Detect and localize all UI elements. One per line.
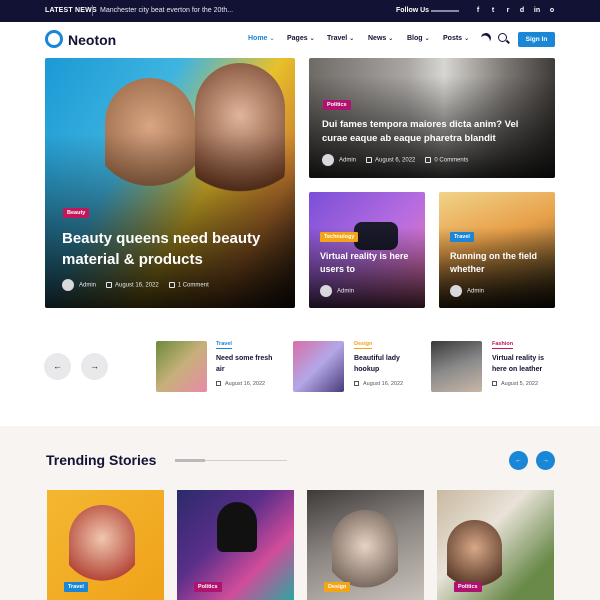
slider-title[interactable]: Beautiful lady hookup [354, 353, 416, 375]
chevron-down-icon: ⌄ [269, 36, 275, 42]
category-badge[interactable]: Politics [194, 582, 222, 592]
hero-small-card-running[interactable]: Travel Running on the field whether Admi… [439, 192, 555, 308]
calendar-icon [366, 157, 373, 163]
instagram-icon[interactable]: o [546, 5, 558, 17]
top-bar: LATEST NEWS Manchester city beat everton… [0, 0, 600, 22]
category-badge[interactable]: Travel [450, 232, 474, 242]
main-navigation: Neoton Home ⌄ Pages ⌄ Travel ⌄ News ⌄ Blog ⌄ … [0, 22, 600, 58]
divider [92, 5, 93, 16]
author-name[interactable]: Admin [339, 158, 356, 164]
trending-card[interactable]: Design [307, 490, 424, 600]
slider-next-button[interactable]: → [81, 353, 108, 380]
facebook-icon[interactable]: f [472, 5, 484, 17]
slider-category[interactable]: Travel [216, 341, 232, 349]
category-badge[interactable]: Politics [454, 582, 482, 592]
hero-main-title[interactable]: Beauty queens need beauty material & pro… [62, 228, 282, 270]
menu-item-pages[interactable]: Pages ⌄ [287, 35, 315, 42]
chevron-down-icon: ⌄ [388, 36, 394, 42]
category-badge[interactable]: Design [324, 582, 351, 592]
post-meta: Admin August 16, 2022 1 Comment [62, 279, 209, 291]
trending-image [217, 502, 257, 552]
menu-item-travel[interactable]: Travel ⌄ [327, 35, 354, 42]
avatar [322, 154, 334, 166]
post-date: August 6, 2022 [375, 157, 416, 164]
follow-us-label: Follow Us [396, 7, 430, 14]
avatar [450, 285, 462, 297]
trending-next-button[interactable]: → [536, 451, 555, 470]
post-meta: Admin August 6, 2022 0 Comments [322, 154, 468, 166]
dark-mode-icon[interactable] [480, 32, 493, 45]
category-badge[interactable]: Beauty [63, 208, 90, 218]
section-title: Trending Stories [46, 452, 157, 468]
trending-prev-button[interactable]: ← [509, 451, 528, 470]
latest-news-label: LATEST NEWS [45, 7, 97, 14]
category-badge[interactable]: Politics [323, 100, 351, 110]
avatar [62, 279, 74, 291]
calendar-icon [216, 381, 221, 387]
rss-icon[interactable]: r [502, 5, 514, 17]
calendar-icon [106, 282, 113, 288]
chevron-down-icon: ⌄ [309, 36, 315, 42]
dribbble-icon[interactable]: d [516, 5, 528, 17]
author-name[interactable]: Admin [79, 283, 96, 289]
comment-icon [168, 282, 175, 288]
hero-small-card-vr[interactable]: Technology Virtual reality is here users… [309, 192, 425, 308]
hero-small-title[interactable]: Virtual reality is here users to [320, 250, 416, 276]
post-meta: Admin [450, 285, 484, 297]
chevron-down-icon: ⌄ [464, 36, 470, 42]
slider-date: August 5, 2022 [492, 381, 538, 387]
calendar-icon [354, 381, 359, 387]
slider-title[interactable]: Need some fresh air [216, 353, 278, 375]
post-meta: Admin [320, 285, 354, 297]
site-logo[interactable]: Neoton [68, 32, 116, 48]
hero-top-right-title[interactable]: Dui fames tempora maiores dicta anim? Ve… [322, 118, 542, 146]
slider-category[interactable]: Fashion [492, 341, 514, 349]
slider-thumb[interactable] [431, 341, 482, 392]
trending-card[interactable]: Politics [177, 490, 294, 600]
section-divider [175, 459, 287, 462]
category-badge[interactable]: Technology [320, 232, 359, 242]
hero-top-right-card[interactable]: Politics Dui fames tempora maiores dicta… [309, 58, 555, 178]
hero-small-title[interactable]: Running on the field whether [450, 250, 550, 276]
news-ticker[interactable]: Manchester city beat everton for the 20t… [100, 7, 233, 14]
menu-item-home[interactable]: Home ⌄ [248, 35, 274, 42]
trending-card[interactable]: Travel [47, 490, 164, 600]
author-name[interactable]: Admin [467, 289, 484, 295]
comment-icon [425, 157, 432, 163]
category-badge[interactable]: Travel [64, 582, 88, 592]
slider-prev-button[interactable]: ← [44, 353, 71, 380]
sign-in-button[interactable]: Sign In [518, 32, 555, 47]
slider-date: August 16, 2022 [354, 381, 403, 387]
author-name[interactable]: Admin [337, 289, 354, 295]
trending-card[interactable]: Politics [437, 490, 554, 600]
comment-count[interactable]: 1 Comment [178, 283, 209, 289]
avatar [320, 285, 332, 297]
calendar-icon [492, 381, 497, 387]
twitter-icon[interactable]: t [487, 5, 499, 17]
hero-main-card[interactable]: Beauty Beauty queens need beauty materia… [45, 58, 295, 308]
slider-category[interactable]: Design [354, 341, 373, 349]
search-icon[interactable] [498, 33, 507, 42]
chevron-down-icon: ⌄ [349, 36, 355, 42]
slider-title[interactable]: Virtual reality is here on leather [492, 353, 554, 375]
chevron-down-icon: ⌄ [424, 36, 430, 42]
menu-item-posts[interactable]: Posts ⌄ [443, 35, 469, 42]
slider-date: August 16, 2022 [216, 381, 265, 387]
slider-thumb[interactable] [156, 341, 207, 392]
post-date: August 16, 2022 [115, 282, 159, 289]
comment-count[interactable]: 0 Comments [434, 158, 468, 164]
divider [431, 10, 459, 12]
menu-item-news[interactable]: News ⌄ [368, 35, 393, 42]
linkedin-icon[interactable]: in [531, 5, 543, 17]
slider-thumb[interactable] [293, 341, 344, 392]
logo-icon[interactable] [45, 30, 63, 48]
menu-item-blog[interactable]: Blog ⌄ [407, 35, 430, 42]
